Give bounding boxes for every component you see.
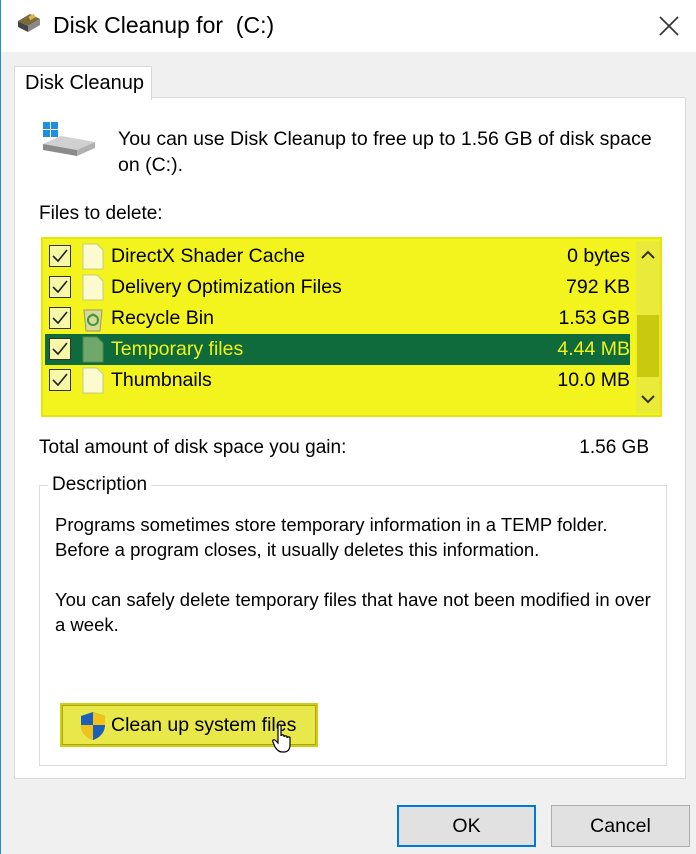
files-to-delete-label: Files to delete:: [39, 203, 163, 224]
description-text: Programs sometimes store temporary infor…: [55, 512, 655, 637]
file-name: Recycle Bin: [111, 307, 214, 329]
list-item[interactable]: Thumbnails 10.0 MB: [45, 365, 630, 396]
scroll-up-button[interactable]: [636, 241, 660, 269]
file-icon: [82, 336, 104, 363]
file-name: Delivery Optimization Files: [111, 276, 342, 298]
file-size: 1.53 GB: [558, 307, 630, 329]
window-title: Disk Cleanup for (C:): [53, 12, 275, 38]
list-scrollbar[interactable]: [636, 241, 660, 413]
clean-up-system-files-label: Clean up system files: [111, 714, 297, 736]
close-button[interactable]: [641, 0, 696, 52]
file-name: Temporary files: [111, 338, 244, 360]
disk-cleanup-icon: [18, 13, 40, 32]
file-size: 10.0 MB: [557, 369, 630, 391]
checkmark-icon: [52, 249, 68, 263]
scroll-down-button[interactable]: [636, 385, 660, 413]
checkbox[interactable]: [49, 276, 71, 298]
checkbox[interactable]: [49, 369, 71, 391]
uac-shield-icon: [81, 712, 105, 740]
description-legend: Description: [48, 474, 152, 496]
files-to-delete-list[interactable]: DirectX Shader Cache 0 bytes Delivery Op…: [41, 237, 662, 417]
tab-strip: Disk Cleanup: [1, 52, 696, 100]
file-icon: [82, 243, 104, 270]
list-item-selected[interactable]: Temporary files 4.44 MB: [45, 334, 630, 365]
checkmark-icon: [52, 342, 68, 356]
file-name: Thumbnails: [111, 369, 212, 391]
title-bar: Disk Cleanup for (C:): [1, 0, 696, 52]
chevron-down-icon: [641, 395, 655, 404]
ok-button[interactable]: OK: [397, 805, 536, 847]
description-paragraph: You can safely delete temporary files th…: [55, 589, 651, 635]
hand-cursor-icon: [272, 724, 291, 753]
checkbox[interactable]: [49, 245, 71, 267]
close-icon: [659, 16, 679, 36]
scroll-thumb[interactable]: [637, 315, 659, 377]
checkmark-icon: [52, 373, 68, 387]
tab-panel: You can use Disk Cleanup to free up to 1…: [14, 97, 686, 779]
clean-up-system-files-button[interactable]: Clean up system files: [60, 703, 318, 753]
chevron-up-icon: [641, 250, 655, 259]
checkbox[interactable]: [49, 307, 71, 329]
file-icon: [82, 274, 104, 301]
file-name: DirectX Shader Cache: [111, 245, 306, 267]
checkmark-icon: [52, 311, 68, 325]
checkmark-icon: [52, 280, 68, 294]
total-gain-label: Total amount of disk space you gain:: [39, 437, 347, 458]
drive-icon: [43, 122, 95, 156]
intro-text: You can use Disk Cleanup to free up to 1…: [118, 128, 652, 176]
description-group: Description Programs sometimes store tem…: [39, 474, 667, 766]
file-size: 0 bytes: [567, 245, 630, 267]
list-item[interactable]: Delivery Optimization Files 792 KB: [45, 272, 630, 303]
file-size: 4.44 MB: [557, 338, 630, 360]
description-paragraph: Programs sometimes store temporary infor…: [55, 514, 608, 560]
total-gain-value: 1.56 GB: [579, 437, 649, 458]
cancel-button[interactable]: Cancel: [551, 805, 690, 847]
list-item[interactable]: Recycle Bin 1.53 GB: [45, 303, 630, 334]
tab-disk-cleanup[interactable]: Disk Cleanup: [14, 66, 152, 100]
list-item[interactable]: DirectX Shader Cache 0 bytes: [45, 241, 630, 272]
disk-cleanup-window: Disk Cleanup for (C:) Disk Cleanup You c…: [0, 0, 696, 854]
checkbox[interactable]: [49, 338, 71, 360]
file-icon: [82, 367, 104, 394]
recycle-bin-icon: [83, 309, 103, 332]
file-size: 792 KB: [566, 276, 630, 298]
